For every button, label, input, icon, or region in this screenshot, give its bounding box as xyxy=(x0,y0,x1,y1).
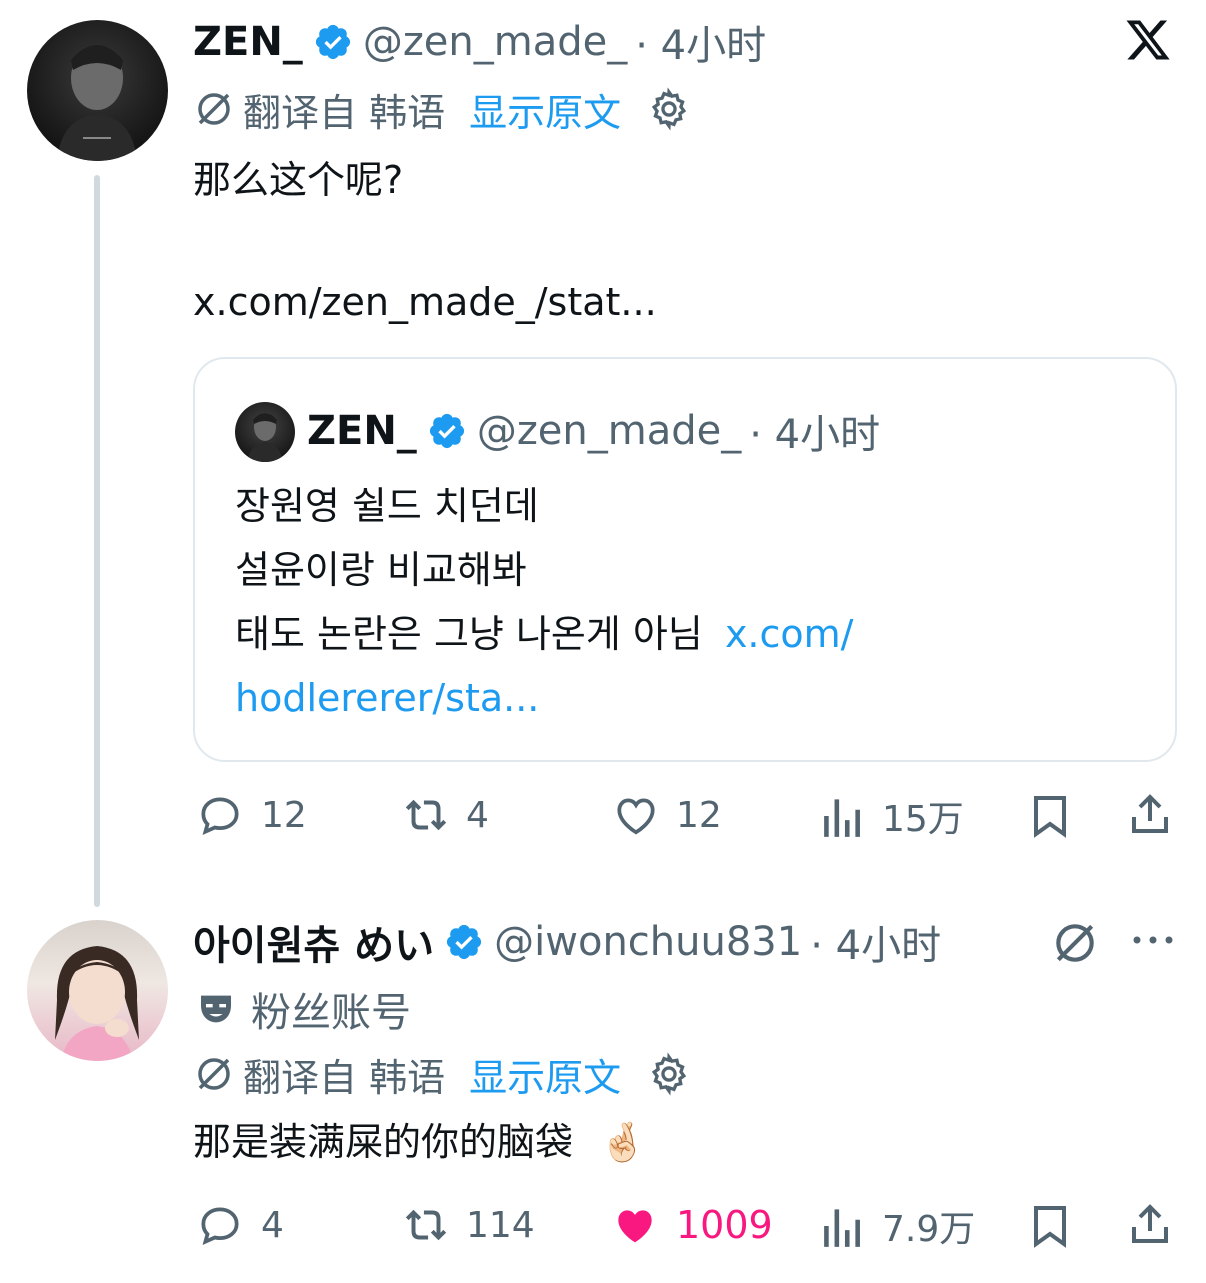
show-original-link[interactable]: 显示原文 xyxy=(469,82,621,137)
fan-label: 粉丝账号 xyxy=(251,990,411,1036)
avatar[interactable] xyxy=(27,20,168,161)
tweet-text: 那是装满屎的你的脑袋 xyxy=(193,1120,574,1164)
translated-from: 翻译自 韩语 xyxy=(243,90,446,135)
views-button[interactable]: 7.9万 xyxy=(818,1200,975,1252)
like-icon xyxy=(617,798,655,835)
display-name[interactable]: 아이원츄 めい xyxy=(193,913,434,971)
translation-bar: 翻译自 韩语 显示原文 xyxy=(193,1048,691,1100)
emoji: 🤞🏻 xyxy=(599,1120,647,1164)
verified-badge-icon xyxy=(315,24,350,60)
views-count: 7.9万 xyxy=(882,1209,976,1250)
tweet-text: 那么这个呢? xyxy=(193,158,404,202)
quote-text: 장원영 쉴드 치던데 설윤이랑 비교해봐 태도 논란은 그냥 나온게 아님 x.… xyxy=(235,474,853,730)
quote-line-text: 태도 논란은 그냥 나온게 아님 xyxy=(235,612,703,656)
verified-badge-icon xyxy=(429,413,464,449)
show-original-link[interactable]: 显示原文 xyxy=(469,1047,621,1102)
share-icon[interactable] xyxy=(1126,1200,1174,1250)
more-icon[interactable] xyxy=(1130,930,1176,950)
quote-line: 장원영 쉴드 치던데 xyxy=(235,484,539,528)
quote-avatar[interactable] xyxy=(235,402,295,462)
tweet-header: 아이원츄 めい @iwonchuu831 · 4小时 xyxy=(193,915,941,969)
reply-button[interactable]: 4 xyxy=(195,1200,284,1250)
verified-badge-icon xyxy=(447,924,482,960)
translate-icon xyxy=(1056,924,1094,962)
like-icon xyxy=(618,1210,652,1243)
handle[interactable]: @zen_made_ xyxy=(363,19,627,65)
retweet-button[interactable]: 114 xyxy=(398,1200,535,1250)
translation-bar: 翻译自 韩语 显示原文 xyxy=(193,83,691,135)
reply-button[interactable]: 12 xyxy=(195,790,307,840)
thread-line xyxy=(94,175,100,907)
quote-handle: @zen_made_ xyxy=(476,408,742,454)
timestamp[interactable]: · 4小时 xyxy=(810,913,941,971)
gear-icon[interactable] xyxy=(647,1052,691,1096)
fan-mask-icon xyxy=(201,995,231,1023)
views-icon xyxy=(824,799,860,837)
quote-header: ZEN_ @zen_made_ · 4小时 xyxy=(307,404,880,458)
tweet-text-line: 那是装满屎的你的脑袋 🤞🏻 xyxy=(193,1114,646,1170)
retweet-count: 114 xyxy=(466,1204,535,1246)
quote-link[interactable]: hodlererer/sta... xyxy=(235,666,853,730)
fan-account-label: 粉丝账号 xyxy=(195,982,411,1036)
bookmark-icon[interactable] xyxy=(1028,1202,1072,1250)
reply-count: 4 xyxy=(261,1204,284,1246)
like-button[interactable]: 12 xyxy=(610,790,722,840)
timestamp[interactable]: · 4小时 xyxy=(635,13,766,71)
retweet-icon xyxy=(405,799,447,831)
translated-from: 翻译自 韩语 xyxy=(243,1055,446,1100)
like-count: 1009 xyxy=(676,1203,773,1247)
retweet-button[interactable]: 4 xyxy=(398,790,489,840)
views-icon xyxy=(824,1209,860,1247)
quote-link[interactable]: x.com/ xyxy=(725,612,854,656)
quote-display-name: ZEN_ xyxy=(307,408,417,454)
views-button[interactable]: 15万 xyxy=(818,790,964,842)
gear-icon[interactable] xyxy=(647,87,691,131)
like-button[interactable]: 1009 xyxy=(608,1200,773,1250)
retweet-count: 4 xyxy=(466,794,489,836)
like-count: 12 xyxy=(676,794,722,836)
quote-line: 태도 논란은 그냥 나온게 아님 x.com/ xyxy=(235,602,853,666)
quote-line: 설윤이랑 비교해봐 xyxy=(235,548,527,592)
handle[interactable]: @iwonchuu831 xyxy=(494,919,802,965)
tweet-link[interactable]: x.com/zen_made_/stat... xyxy=(193,274,657,330)
share-icon[interactable] xyxy=(1126,790,1174,840)
retweet-icon xyxy=(405,1209,447,1241)
reply-count: 12 xyxy=(261,794,307,836)
avatar[interactable] xyxy=(27,920,168,1061)
reply-icon xyxy=(201,797,239,835)
reply-icon xyxy=(201,1207,239,1245)
display-name[interactable]: ZEN_ xyxy=(193,19,303,65)
quote-timestamp: · 4小时 xyxy=(749,412,881,458)
bookmark-icon[interactable] xyxy=(1028,792,1072,840)
tweet-header: ZEN_ @zen_made_ · 4小时 xyxy=(193,13,766,71)
translate-icon xyxy=(198,1058,230,1090)
translate-icon xyxy=(198,93,230,125)
views-count: 15万 xyxy=(882,799,964,840)
x-logo-icon[interactable] xyxy=(1123,16,1173,64)
